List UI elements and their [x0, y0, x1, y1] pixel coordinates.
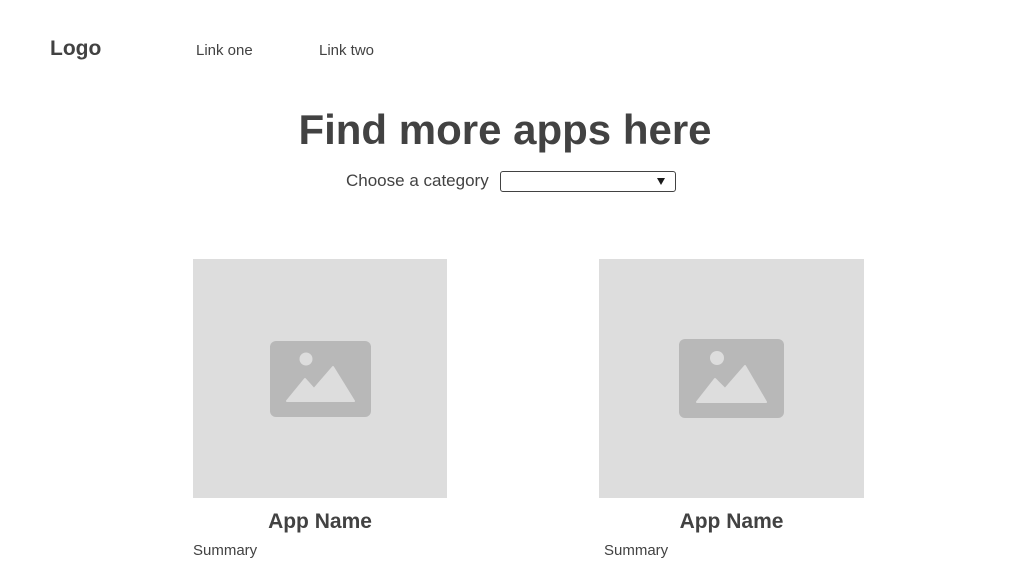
app-name[interactable]: App Name: [193, 510, 447, 534]
image-placeholder-icon: [269, 340, 371, 417]
category-select[interactable]: [499, 170, 676, 192]
image-placeholder-icon: [679, 339, 784, 418]
app-summary: Summary: [604, 542, 669, 559]
page: Logo Link one Link two Find more apps he…: [0, 0, 1021, 571]
app-summary: Summary: [193, 542, 258, 559]
app-name[interactable]: App Name: [599, 510, 864, 534]
app-card[interactable]: App Name Summary: [599, 259, 864, 559]
app-image[interactable]: [599, 259, 864, 498]
page-title: Find more apps here: [298, 106, 712, 153]
category-label: Choose a category: [346, 171, 489, 190]
chevron-down-icon: [656, 177, 665, 185]
app-image[interactable]: [193, 259, 447, 498]
logo[interactable]: Logo: [50, 37, 101, 61]
app-card[interactable]: App Name Summary: [193, 259, 447, 559]
nav-link-two[interactable]: Link two: [319, 42, 374, 59]
category-filter: Choose a category: [346, 170, 676, 192]
nav-link-one[interactable]: Link one: [196, 42, 253, 59]
